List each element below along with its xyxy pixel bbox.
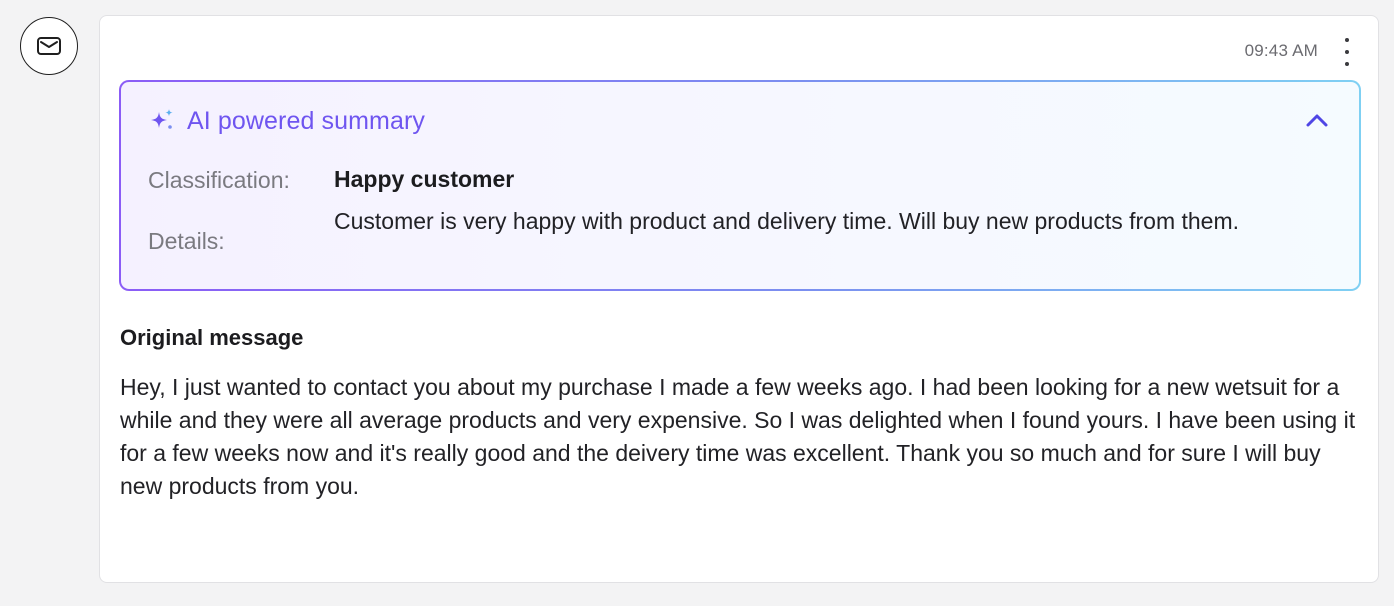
ai-summary-panel: AI powered summary Classification: Happy…	[119, 80, 1361, 291]
mail-avatar	[20, 17, 78, 75]
details-label: Details:	[148, 228, 225, 254]
more-vertical-icon[interactable]	[1340, 38, 1354, 66]
mail-icon	[37, 37, 61, 55]
classification-label: Classification:	[148, 167, 290, 193]
original-message-body: Hey, I just wanted to contact you about …	[120, 374, 1356, 499]
details-value: Customer is very happy with product and …	[334, 208, 1240, 234]
classification-value: Happy customer	[334, 166, 515, 192]
ai-summary-title: AI powered summary	[187, 106, 425, 135]
message-timestamp: 09:43 AM	[1244, 41, 1318, 60]
chevron-up-icon[interactable]	[1303, 110, 1331, 130]
ai-summary-header: AI powered summary	[147, 106, 425, 136]
message-card: 09:43 AM AI powered summary Classificati…	[99, 15, 1379, 583]
sparkles-icon	[151, 109, 173, 129]
original-message-heading: Original message	[120, 325, 304, 350]
